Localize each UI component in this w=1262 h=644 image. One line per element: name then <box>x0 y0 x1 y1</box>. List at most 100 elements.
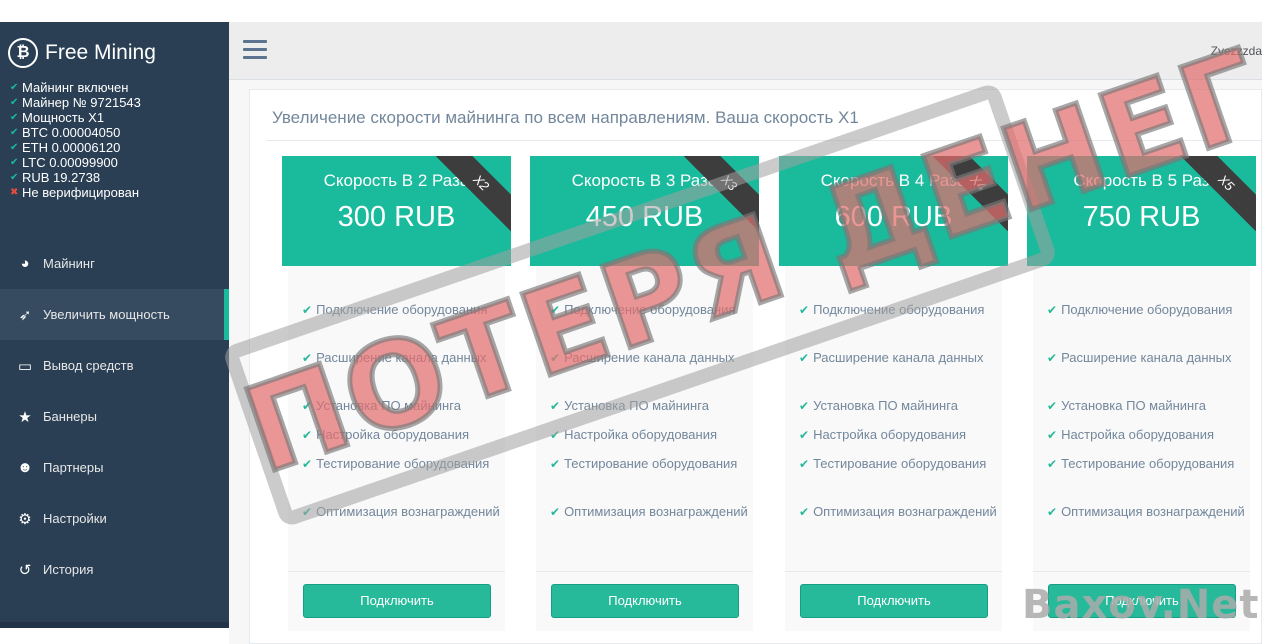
feature-item: ✔ Подключение оборудования <box>1047 300 1247 320</box>
status-text: ETH 0.00006120 <box>22 140 121 155</box>
plan-features: ✔ Подключение оборудования ✔ Расширение кан… <box>536 266 753 571</box>
status-row: ✖ Не верифицирован <box>10 185 141 200</box>
check-icon: ✔ <box>1047 303 1058 317</box>
connect-button[interactable]: Подключить <box>800 584 988 618</box>
sidebar-footer <box>0 622 229 628</box>
feature-text: Настройка оборудования <box>564 427 718 442</box>
feature-text: Расширение канала данных <box>564 350 735 365</box>
check-icon: ✔ <box>799 351 810 365</box>
miner-status-list: ✔ Майнинг включен ✔ Майнер № 9721543 ✔ Мощнос… <box>10 80 141 200</box>
check-icon: ✔ <box>10 172 19 183</box>
status-row: ✔ Майнинг включен <box>10 80 141 95</box>
feature-text: Оптимизация вознаграждений <box>1061 504 1245 519</box>
cross-icon: ✖ <box>10 187 19 198</box>
connect-button[interactable]: Подключить <box>551 584 739 618</box>
feature-text: Оптимизация вознаграждений <box>813 504 997 519</box>
feature-item: ✔ Оптимизация вознаграждений <box>1047 502 1247 522</box>
plan-card: Скорость В 3 Раза 450 RUB X3 ✔ Подключение о… <box>530 156 759 636</box>
feature-text: Оптимизация вознаграждений <box>564 504 748 519</box>
brand-name: Free Mining <box>45 41 156 64</box>
check-icon: ✔ <box>10 157 19 168</box>
menu-toggle-icon[interactable] <box>243 40 267 60</box>
plan-price: 600 RUB <box>834 201 953 233</box>
sidebar-item-label: Партнеры <box>43 460 104 475</box>
feature-text: Расширение канала данных <box>316 350 487 365</box>
check-icon: ✔ <box>10 127 19 138</box>
check-icon: ✔ <box>550 428 561 442</box>
plan-header: Скорость В 2 Раза 300 RUB X2 <box>282 156 511 266</box>
feature-text: Установка ПО майнинга <box>316 398 461 413</box>
check-icon: ✔ <box>550 303 561 317</box>
feature-item: ✔ Подключение оборудования <box>550 300 750 320</box>
feature-text: Расширение канала данных <box>813 350 984 365</box>
sidebar-item-label: Вывод средств <box>43 358 134 373</box>
sidebar-item-label: Баннеры <box>43 409 97 424</box>
sidebar-menu: ◕ Майнинг ➶ Увеличить мощность ▭ Вывод средст… <box>0 238 229 595</box>
users-icon: ☻ <box>17 459 33 476</box>
check-icon: ✔ <box>799 303 810 317</box>
plan-card: Скорость В 4 Раза 600 RUB X4 ✔ Подключение о… <box>779 156 1008 636</box>
feature-item: ✔ Оптимизация вознаграждений <box>550 502 750 522</box>
sidebar: ₿ Free Mining ✔ Майнинг включен ✔ Майнер № … <box>0 22 229 628</box>
feature-text: Тестирование оборудования <box>813 456 987 471</box>
pie-chart-icon: ◕ <box>20 255 30 272</box>
status-row: ✔ ETH 0.00006120 <box>10 140 141 155</box>
feature-item: ✔ Подключение оборудования <box>799 300 999 320</box>
sidebar-item[interactable]: ↺ История <box>0 544 229 595</box>
plan-header: Скорость В 3 Раза 450 RUB X3 <box>530 156 759 266</box>
rocket-icon: ➶ <box>18 306 32 324</box>
check-icon: ✔ <box>1047 351 1058 365</box>
feature-text: Оптимизация вознаграждений <box>316 504 500 519</box>
status-text: Майнер № 9721543 <box>22 95 141 110</box>
status-text: RUB 19.2738 <box>22 170 101 185</box>
feature-text: Подключение оборудования <box>813 302 985 317</box>
plan-card: Скорость В 2 Раза 300 RUB X2 ✔ Подключение о… <box>282 156 511 636</box>
bitcoin-logo-icon: ₿ <box>8 38 38 68</box>
plan-footer: Подключить <box>1033 571 1250 631</box>
feature-item: ✔ Настройка оборудования <box>550 425 750 445</box>
connect-button[interactable]: Подключить <box>1048 584 1236 618</box>
sidebar-item[interactable]: ◕ Майнинг <box>0 238 229 289</box>
feature-item: ✔ Оптимизация вознаграждений <box>302 502 502 522</box>
status-row: ✔ Майнер № 9721543 <box>10 95 141 110</box>
sidebar-item[interactable]: ☻ Партнеры <box>0 442 229 493</box>
sidebar-item[interactable]: ➶ Увеличить мощность <box>0 289 229 340</box>
sidebar-item-label: История <box>43 562 94 577</box>
sidebar-item[interactable]: ⚙ Настройки <box>0 493 229 544</box>
feature-text: Установка ПО майнинга <box>1061 398 1206 413</box>
check-icon: ✔ <box>799 457 810 471</box>
check-icon: ✔ <box>302 505 313 519</box>
check-icon: ✔ <box>302 351 313 365</box>
feature-item: ✔ Тестирование оборудования <box>799 454 999 474</box>
status-text: Не верифицирован <box>22 185 140 200</box>
check-icon: ✔ <box>10 142 19 153</box>
feature-item: ✔ Тестирование оборудования <box>550 454 750 474</box>
user-menu[interactable]: Zvezzzda <box>1211 44 1262 58</box>
status-text: LTC 0.00099900 <box>22 155 118 170</box>
plan-footer: Подключить <box>536 571 753 631</box>
divider <box>266 140 1261 141</box>
feature-item: ✔ Тестирование оборудования <box>302 454 502 474</box>
feature-item: ✔ Настройка оборудования <box>799 425 999 445</box>
sidebar-item[interactable]: ▭ Вывод средств <box>0 340 229 391</box>
connect-button[interactable]: Подключить <box>303 584 491 618</box>
plan-features: ✔ Подключение оборудования ✔ Расширение кан… <box>1033 266 1250 571</box>
check-icon: ✔ <box>302 399 313 413</box>
feature-item: ✔ Установка ПО майнинга <box>550 396 750 416</box>
credit-card-icon: ▭ <box>17 357 33 375</box>
feature-item: ✔ Установка ПО майнинга <box>302 396 502 416</box>
check-icon: ✔ <box>1047 399 1058 413</box>
feature-item: ✔ Подключение оборудования <box>302 300 502 320</box>
feature-text: Расширение канала данных <box>1061 350 1232 365</box>
feature-item: ✔ Настройка оборудования <box>1047 425 1247 445</box>
main-content: Увеличение скорости майнинга по всем нап… <box>229 80 1262 644</box>
feature-text: Тестирование оборудования <box>564 456 738 471</box>
upgrade-panel: Увеличение скорости майнинга по всем нап… <box>249 89 1262 644</box>
sidebar-item[interactable]: ★ Баннеры <box>0 391 229 442</box>
brand[interactable]: ₿ Free Mining <box>8 38 156 68</box>
plan-footer: Подключить <box>288 571 505 631</box>
status-row: ✔ LTC 0.00099900 <box>10 155 141 170</box>
status-row: ✔ RUB 19.2738 <box>10 170 141 185</box>
feature-item: ✔ Расширение канала данных <box>302 348 502 368</box>
status-text: BTC 0.00004050 <box>22 125 121 140</box>
